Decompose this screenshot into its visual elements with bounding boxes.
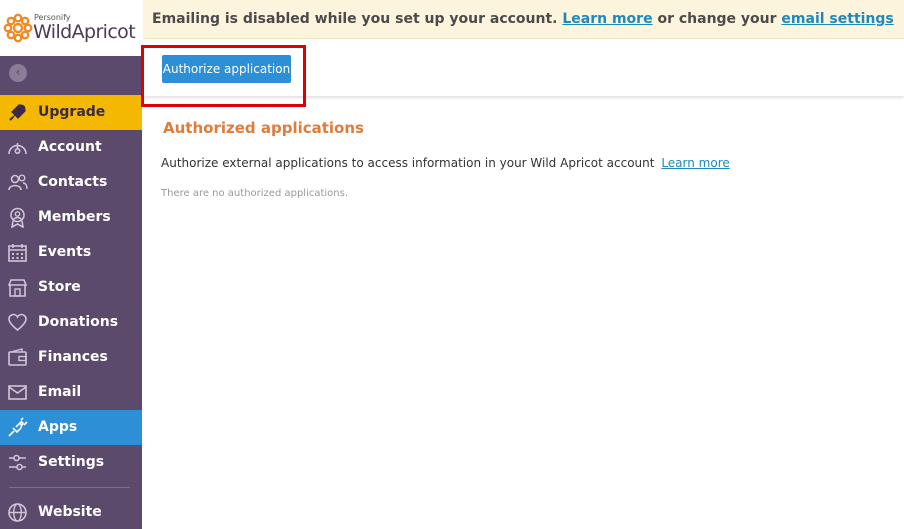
globe-icon <box>8 503 27 522</box>
sidebar-item-label: Upgrade <box>38 104 106 120</box>
banner-message: Emailing is disabled while you set up yo… <box>152 11 894 27</box>
logo-wordmark: WildApricot <box>33 21 136 43</box>
collapse-sidebar-button[interactable]: ‹ <box>9 64 27 82</box>
rocket-icon <box>9 104 26 121</box>
sidebar-item-account[interactable]: Account <box>0 130 142 165</box>
sidebar-item-donations[interactable]: Donations <box>0 305 142 340</box>
description-text: Authorize external applications to acces… <box>161 156 655 170</box>
sidebar-item-email[interactable]: Email <box>0 375 142 410</box>
sidebar-item-settings[interactable]: Settings <box>0 445 142 480</box>
sidebar-item-label: Email <box>38 384 82 400</box>
sidebar-item-label: Apps <box>38 419 78 435</box>
logo[interactable]: Personify WildApricot <box>0 0 142 56</box>
sidebar-item-label: Website <box>38 504 102 520</box>
sidebar-divider <box>9 487 130 488</box>
calendar-icon <box>8 244 27 262</box>
settings-sliders-icon <box>9 454 26 471</box>
contacts-icon <box>8 174 28 191</box>
store-icon <box>7 279 28 297</box>
learn-more-link[interactable]: Learn more <box>562 11 652 27</box>
sidebar-item-finances[interactable]: Finances <box>0 340 142 375</box>
account-icon <box>8 143 27 155</box>
plug-icon <box>8 417 28 437</box>
sidebar-item-label: Events <box>38 244 92 260</box>
sidebar-item-apps[interactable]: Apps <box>0 410 142 445</box>
sidebar-item-label: Store <box>38 279 81 295</box>
sidebar-item-label: Finances <box>38 349 108 365</box>
section-description: Authorize external applications to acces… <box>161 156 730 170</box>
sidebar-item-members[interactable]: Members <box>0 200 142 235</box>
envelope-icon <box>8 385 27 400</box>
wildapricot-logo-icon <box>3 13 33 43</box>
heart-icon <box>8 313 27 332</box>
empty-state-text: There are no authorized applications. <box>161 188 349 199</box>
sidebar-item-contacts[interactable]: Contacts <box>0 165 142 200</box>
sidebar: Personify WildApricot ‹ Upgrade Account … <box>0 0 142 529</box>
page-title: Authorized applications <box>163 119 364 137</box>
sidebar-item-label: Contacts <box>38 174 108 190</box>
wallet-icon <box>8 348 27 366</box>
members-badge-icon <box>10 207 25 228</box>
sidebar-item-label: Account <box>38 139 102 155</box>
sidebar-item-store[interactable]: Store <box>0 270 142 305</box>
banner-text-mid: or change your <box>657 11 777 27</box>
sidebar-item-label: Donations <box>38 314 119 330</box>
banner-text-before: Emailing is disabled while you set up yo… <box>152 11 558 27</box>
sidebar-item-label: Members <box>38 209 111 225</box>
sidebar-item-upgrade[interactable]: Upgrade <box>0 95 142 130</box>
sidebar-item-website[interactable]: Website <box>0 495 142 529</box>
email-disabled-banner: Emailing is disabled while you set up yo… <box>143 0 904 39</box>
description-learn-more-link[interactable]: Learn more <box>661 156 729 170</box>
email-settings-link[interactable]: email settings <box>781 11 893 27</box>
sidebar-item-events[interactable]: Events <box>0 235 142 270</box>
sidebar-item-label: Settings <box>38 454 105 470</box>
highlight-box <box>141 45 306 107</box>
